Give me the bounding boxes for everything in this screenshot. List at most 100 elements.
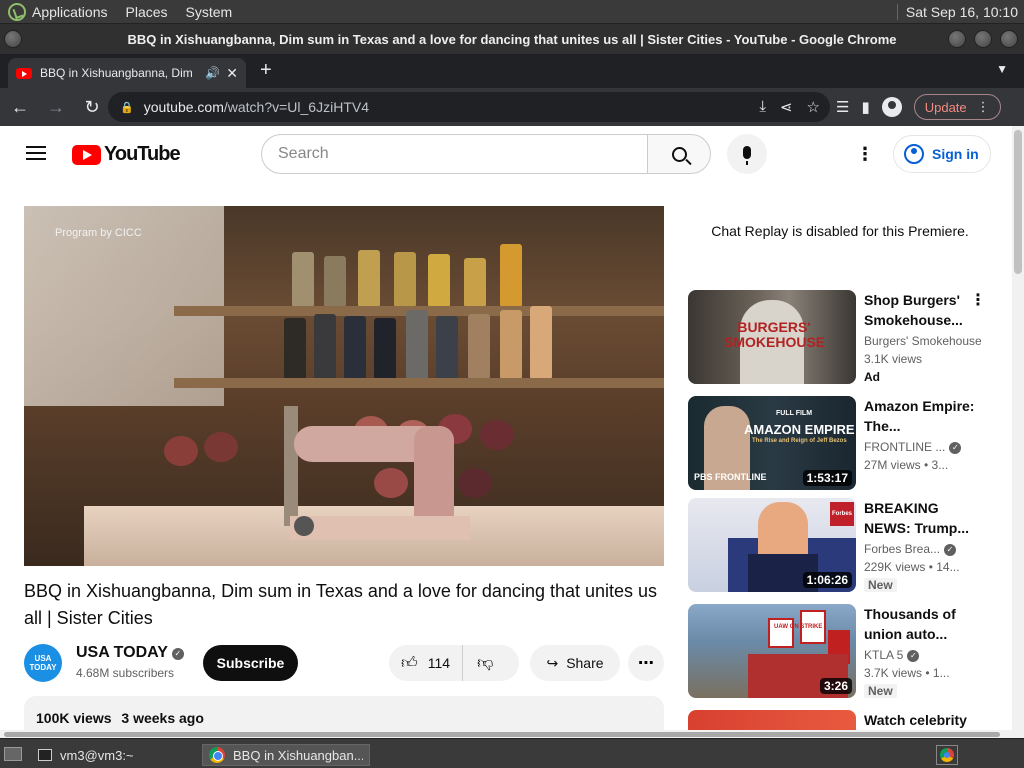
- recommendation-channel-text: FRONTLINE ...: [864, 440, 946, 454]
- new-tab-button[interactable]: +: [260, 59, 272, 82]
- thumbs-up-icon: 👍︎: [401, 654, 418, 672]
- chrome-icon: [940, 748, 954, 762]
- video-frame-spool: [314, 314, 336, 378]
- hamburger-menu-icon[interactable]: [26, 146, 46, 160]
- channel-name[interactable]: USA TODAY ✓: [76, 644, 184, 662]
- youtube-header: YouTube Search ⋮ Sign in: [0, 126, 1012, 182]
- speaker-icon[interactable]: 🔊: [205, 66, 220, 80]
- horizontal-scrollbar-thumb[interactable]: [4, 732, 1000, 737]
- reading-list-icon[interactable]: ☰: [836, 98, 849, 116]
- recommendation-channel[interactable]: FRONTLINE ... ✓: [864, 440, 982, 454]
- video-frame-spool: [324, 256, 346, 306]
- video-frame-spool: [394, 252, 416, 306]
- video-frame-spool: [284, 318, 306, 378]
- like-button[interactable]: 👍︎ 114: [389, 645, 464, 681]
- close-window-button[interactable]: [1000, 30, 1018, 48]
- search-input[interactable]: Search: [261, 134, 648, 174]
- recommendation-item[interactable]: UAW ON STRIKE 3:26 Thousands of union au…: [688, 604, 992, 698]
- subscribe-button[interactable]: Subscribe: [203, 645, 298, 681]
- menu-places[interactable]: Places: [126, 4, 168, 20]
- settings-more-icon[interactable]: ⋮: [856, 144, 874, 165]
- taskbar-item-terminal[interactable]: vm3@vm3:~: [32, 744, 140, 766]
- install-app-icon[interactable]: ⤓: [759, 98, 766, 116]
- channel-row: USA TODAY USA TODAY ✓ 4.68M subscribers S…: [24, 644, 664, 684]
- recommendation-title: Thousands of union auto...: [864, 606, 956, 642]
- profile-avatar-icon[interactable]: [881, 97, 902, 117]
- taskbar-item-chrome[interactable]: BBQ in Xishuangban...: [202, 744, 370, 766]
- like-dislike-group: 👍︎ 114 👎︎: [389, 645, 519, 681]
- vertical-scrollbar-thumb[interactable]: [1014, 130, 1022, 274]
- recommendation-item[interactable]: Forbes 1:06:26 BREAKING NEWS: Trump... F…: [688, 498, 992, 592]
- tab-youtube-video[interactable]: BBQ in Xishuangbanna, Dim 🔊 ✕: [8, 58, 246, 88]
- close-tab-icon[interactable]: ✕: [226, 65, 238, 82]
- ad-badge: Ad: [864, 370, 880, 384]
- window-titlebar[interactable]: BBQ in Xishuangbanna, Dim sum in Texas a…: [0, 24, 1024, 54]
- address-bar[interactable]: 🔒 youtube.com/watch?v=Ul_6JziHTV4 ⤓ ⋖ ☆: [108, 92, 830, 122]
- video-thumbnail[interactable]: FULL FILM AMAZON EMPIRE The Rise and Rei…: [688, 396, 856, 490]
- search-button[interactable]: [647, 134, 711, 174]
- youtube-favicon-icon: [16, 67, 32, 79]
- video-thumbnail[interactable]: BURGERS' SMOKEHOUSE: [688, 290, 856, 384]
- recommendation-meta: 229K views • 14...: [864, 560, 960, 574]
- recommendation-channel[interactable]: KTLA 5 ✓: [864, 648, 982, 662]
- like-count: 114: [427, 655, 451, 671]
- duration-badge: 1:53:17: [802, 470, 852, 486]
- video-thumbnail[interactable]: UAW ON STRIKE 3:26: [688, 604, 856, 698]
- minimize-button[interactable]: [948, 30, 966, 48]
- recommendation-item[interactable]: BURGERS' SMOKEHOUSE Shop Burgers' Smokeh…: [688, 290, 992, 384]
- channel-avatar[interactable]: USA TODAY: [24, 644, 62, 682]
- menu-system[interactable]: System: [186, 4, 233, 20]
- clock[interactable]: Sat Sep 16, 10:10: [906, 4, 1018, 20]
- window-title: BBQ in Xishuangbanna, Dim sum in Texas a…: [127, 31, 897, 47]
- new-badge: New: [864, 684, 897, 698]
- video-thumbnail[interactable]: Forbes 1:06:26: [688, 498, 856, 592]
- share-page-icon[interactable]: ⋖: [780, 98, 793, 116]
- update-button[interactable]: Update ⋮: [913, 94, 1001, 120]
- update-label: Update: [924, 99, 967, 115]
- recommendation-meta: 3.7K views • 1...: [864, 666, 950, 680]
- recommendation-title: BREAKING NEWS: Trump...: [864, 500, 969, 536]
- window-menu-button[interactable]: [4, 30, 22, 48]
- video-frame-spool: [500, 310, 522, 378]
- distro-logo-icon[interactable]: [8, 2, 26, 21]
- microphone-icon: [743, 145, 751, 165]
- reload-icon[interactable]: ↻: [76, 91, 108, 123]
- tray-chrome-icon[interactable]: [936, 745, 958, 765]
- chrome-icon: [209, 747, 225, 763]
- bookmark-star-icon[interactable]: ☆: [807, 98, 820, 116]
- side-panel-icon[interactable]: ▮: [861, 98, 869, 116]
- recommendation-item[interactable]: FULL FILM AMAZON EMPIRE The Rise and Rei…: [688, 396, 992, 490]
- thumbnail-subtext: The Rise and Reign of Jeff Bezos: [752, 438, 847, 444]
- more-actions-icon[interactable]: ⋯: [628, 645, 664, 681]
- menu-applications[interactable]: Applications: [32, 4, 108, 20]
- recommendation-channel[interactable]: Forbes Brea... ✓: [864, 542, 982, 556]
- lock-icon[interactable]: 🔒: [120, 101, 134, 114]
- tab-search-chevron-down-icon[interactable]: ▼: [996, 62, 1008, 76]
- terminal-icon: [38, 749, 52, 761]
- video-player[interactable]: Program by CICC: [24, 206, 664, 566]
- forward-arrow-icon[interactable]: →: [40, 91, 72, 123]
- horizontal-scrollbar[interactable]: [0, 730, 1012, 738]
- new-badge: New: [864, 578, 897, 592]
- url-host: youtube.com: [143, 99, 224, 115]
- youtube-logo[interactable]: YouTube: [72, 143, 181, 166]
- video-frame-cone: [164, 436, 198, 466]
- video-frame-cone: [204, 432, 238, 462]
- voice-search-button[interactable]: [727, 134, 767, 174]
- sign-in-button[interactable]: Sign in: [893, 135, 991, 173]
- vertical-scrollbar[interactable]: [1012, 126, 1024, 738]
- dislike-button[interactable]: 👎︎: [463, 654, 507, 673]
- share-button[interactable]: ↪ Share: [530, 645, 620, 681]
- chat-replay-notice: Chat Replay is disabled for this Premier…: [711, 223, 969, 239]
- back-arrow-icon[interactable]: ←: [4, 91, 36, 123]
- maximize-button[interactable]: [974, 30, 992, 48]
- recommendation-title: Amazon Empire: The...: [864, 398, 975, 434]
- recommendation-channel[interactable]: Burgers' Smokehouse: [864, 334, 982, 348]
- thumbnail-text: AMAZON EMPIRE: [744, 422, 855, 437]
- verified-check-icon: ✓: [949, 442, 962, 454]
- thumbnail-sign: [768, 618, 794, 648]
- taskbar-item-label: BBQ in Xishuangban...: [233, 747, 363, 763]
- browser-toolbar: ← → ↻ 🔒 youtube.com/watch?v=Ul_6JziHTV4 …: [0, 88, 1024, 126]
- more-vertical-icon[interactable]: ⋮: [970, 290, 986, 310]
- show-desktop-icon[interactable]: [4, 747, 22, 761]
